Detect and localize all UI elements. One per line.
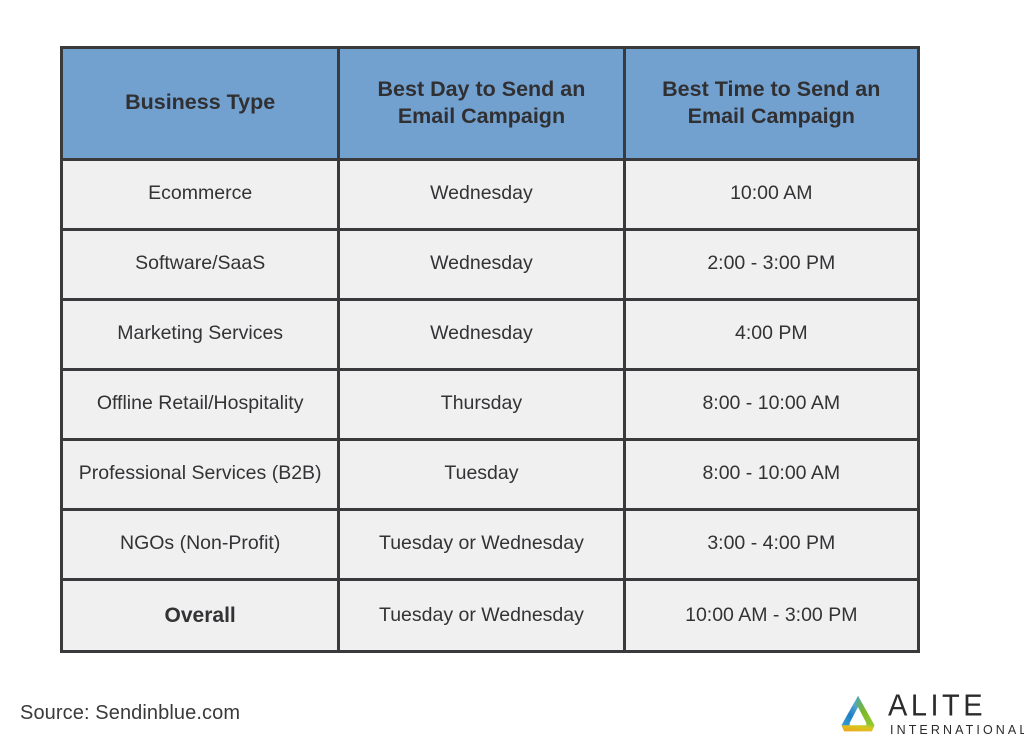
cell-best-time: 8:00 - 10:00 AM xyxy=(624,369,917,441)
cell-best-day: Thursday xyxy=(338,369,626,441)
cell-best-day: Wednesday xyxy=(338,159,626,231)
column-header-best-time: Best Time to Send an Email Campaign xyxy=(624,49,917,161)
column-header-best-day: Best Day to Send an Email Campaign xyxy=(338,49,626,161)
cell-best-day: Wednesday xyxy=(338,229,626,301)
best-send-times-table-container: Business Type Best Day to Send an Email … xyxy=(60,46,920,653)
cell-best-day: Tuesday or Wednesday xyxy=(338,579,626,650)
table-body: Ecommerce Wednesday 10:00 AM Software/Sa… xyxy=(63,159,917,650)
cell-business-type: NGOs (Non-Profit) xyxy=(63,509,341,581)
table-row: Offline Retail/Hospitality Thursday 8:00… xyxy=(63,369,917,441)
logo-tagline: INTERNATIONAL xyxy=(890,722,1024,737)
table-row-overall: Overall Tuesday or Wednesday 10:00 AM - … xyxy=(63,579,917,650)
table-row: Marketing Services Wednesday 4:00 PM xyxy=(63,299,917,371)
infographic-page: Business Type Best Day to Send an Email … xyxy=(0,0,1024,748)
cell-business-type: Software/SaaS xyxy=(63,229,341,301)
cell-best-time: 10:00 AM - 3:00 PM xyxy=(624,579,917,650)
cell-business-type: Professional Services (B2B) xyxy=(63,439,341,511)
table-header: Business Type Best Day to Send an Email … xyxy=(63,49,917,161)
best-send-times-table: Business Type Best Day to Send an Email … xyxy=(63,49,917,650)
table-row: Professional Services (B2B) Tuesday 8:00… xyxy=(63,439,917,511)
cell-best-time: 10:00 AM xyxy=(624,159,917,231)
source-note: Source: Sendinblue.com xyxy=(20,702,241,724)
cell-best-day: Wednesday xyxy=(338,299,626,371)
cell-business-type: Marketing Services xyxy=(63,299,341,371)
cell-business-type: Overall xyxy=(63,579,341,650)
table-row: Ecommerce Wednesday 10:00 AM xyxy=(63,159,917,231)
logo-name: ALITE xyxy=(888,688,987,723)
cell-best-day: Tuesday or Wednesday xyxy=(338,509,626,581)
cell-business-type: Ecommerce xyxy=(63,159,341,231)
alite-international-logo: ALITE INTERNATIONAL xyxy=(836,690,1024,738)
cell-best-time: 3:00 - 4:00 PM xyxy=(624,509,917,581)
triangle-loop-logo-icon xyxy=(836,694,880,734)
table-row: NGOs (Non-Profit) Tuesday or Wednesday 3… xyxy=(63,509,917,581)
cell-best-day: Tuesday xyxy=(338,439,626,511)
table-row: Software/SaaS Wednesday 2:00 - 3:00 PM xyxy=(63,229,917,301)
cell-best-time: 8:00 - 10:00 AM xyxy=(624,439,917,511)
logo-wordmark: ALITE INTERNATIONAL xyxy=(888,688,1024,737)
cell-business-type: Offline Retail/Hospitality xyxy=(63,369,341,441)
column-header-business-type: Business Type xyxy=(63,49,341,161)
cell-best-time: 2:00 - 3:00 PM xyxy=(624,229,917,301)
cell-best-time: 4:00 PM xyxy=(624,299,917,371)
header-row: Business Type Best Day to Send an Email … xyxy=(63,49,917,161)
